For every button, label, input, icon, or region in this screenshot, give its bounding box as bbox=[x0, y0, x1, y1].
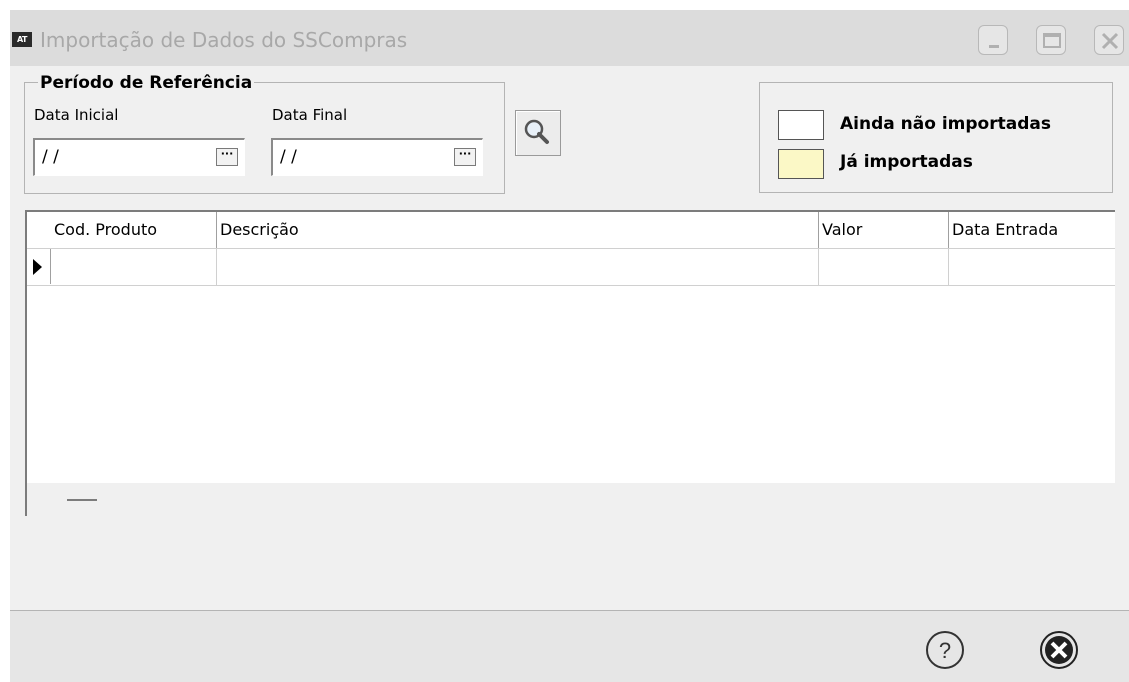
help-icon: ? bbox=[926, 631, 964, 669]
column-header-valor[interactable]: Valor bbox=[819, 212, 949, 248]
not-imported-label: Ainda não importadas bbox=[840, 114, 1051, 134]
bottom-bar: ? bbox=[10, 610, 1129, 682]
cell-data-entrada[interactable] bbox=[949, 249, 1115, 285]
start-date-field[interactable]: / / ··· bbox=[33, 138, 245, 176]
cell-descricao[interactable] bbox=[217, 249, 819, 285]
cell-cod-produto[interactable] bbox=[51, 249, 217, 285]
magnifier-icon bbox=[524, 119, 549, 144]
end-date-picker-button[interactable]: ··· bbox=[454, 148, 476, 166]
imported-label: Já importadas bbox=[840, 152, 973, 172]
table-row[interactable] bbox=[27, 249, 1115, 286]
cancel-button[interactable] bbox=[1038, 629, 1080, 671]
cancel-icon bbox=[1040, 631, 1078, 669]
minimize-icon bbox=[989, 45, 999, 48]
title-bar[interactable]: AT Importação de Dados do SSCompras bbox=[10, 10, 1129, 66]
import-window: AT Importação de Dados do SSCompras Perí… bbox=[10, 10, 1129, 682]
column-header-cod-produto[interactable]: Cod. Produto bbox=[51, 212, 217, 248]
end-date-label: Data Final bbox=[272, 106, 348, 124]
imported-swatch bbox=[778, 149, 824, 179]
maximize-button[interactable] bbox=[1036, 25, 1066, 55]
start-date-value: / / bbox=[42, 147, 59, 167]
legend-box: Ainda não importadas Já importadas bbox=[759, 82, 1113, 193]
end-date-value: / / bbox=[280, 147, 297, 167]
not-imported-swatch bbox=[778, 110, 824, 140]
products-grid[interactable]: Cod. Produto Descrição Valor Data Entrad… bbox=[25, 210, 1115, 516]
end-date-field[interactable]: / / ··· bbox=[271, 138, 483, 176]
close-window-button[interactable] bbox=[1094, 25, 1124, 55]
column-header-data-entrada[interactable]: Data Entrada bbox=[949, 212, 1115, 248]
svg-text:?: ? bbox=[939, 638, 951, 663]
window-title: Importação de Dados do SSCompras bbox=[40, 28, 408, 52]
app-icon: AT bbox=[12, 32, 32, 47]
grid-footer bbox=[27, 483, 1115, 516]
help-button[interactable]: ? bbox=[924, 629, 966, 671]
footer-dash-icon bbox=[67, 499, 97, 501]
row-pointer-icon bbox=[33, 259, 42, 275]
column-header-descricao[interactable]: Descrição bbox=[217, 212, 819, 248]
minimize-button[interactable] bbox=[978, 25, 1008, 55]
close-icon bbox=[1101, 32, 1119, 50]
start-date-picker-button[interactable]: ··· bbox=[216, 148, 238, 166]
maximize-icon bbox=[1043, 33, 1061, 48]
start-date-label: Data Inicial bbox=[34, 106, 119, 124]
grid-header: Cod. Produto Descrição Valor Data Entrad… bbox=[27, 212, 1115, 249]
search-button[interactable] bbox=[515, 110, 561, 156]
period-group-title: Período de Referência bbox=[38, 73, 255, 93]
cell-valor[interactable] bbox=[819, 249, 949, 285]
